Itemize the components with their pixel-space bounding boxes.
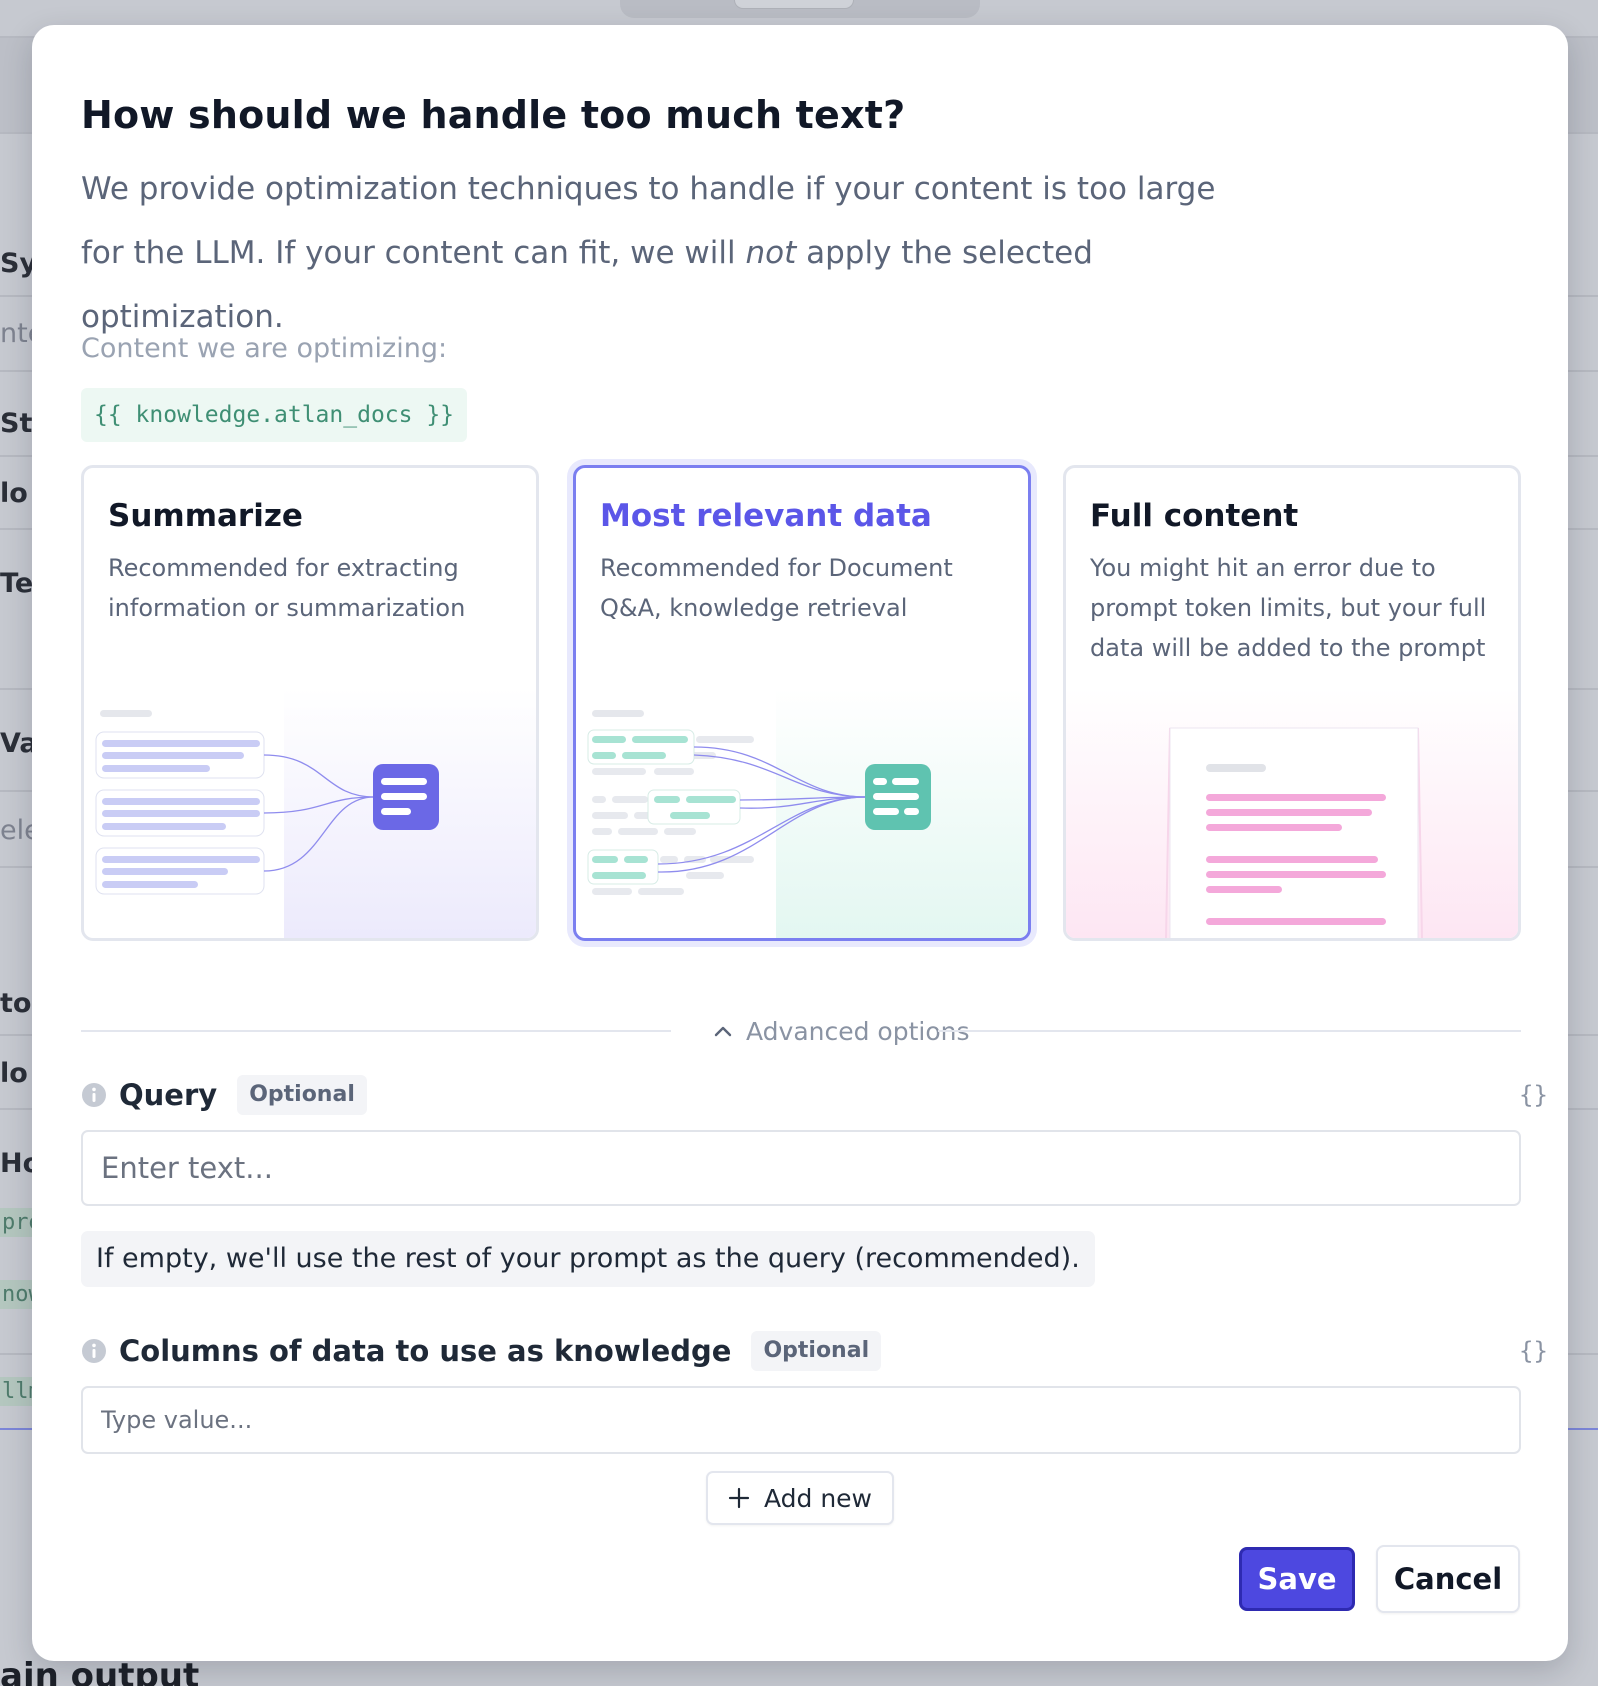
optional-badge: Optional (751, 1331, 882, 1371)
option-title: Most relevant data (600, 498, 932, 534)
advanced-options-toggle[interactable]: Advanced options (714, 1013, 970, 1049)
option-title: Summarize (108, 498, 303, 534)
background-edge-label: Te (0, 568, 34, 599)
query-label: Query (119, 1078, 218, 1112)
columns-input[interactable] (81, 1386, 1521, 1454)
advanced-divider-right (938, 1030, 1521, 1032)
chevron-up-icon (714, 1026, 732, 1037)
add-new-button[interactable]: Add new (706, 1471, 894, 1525)
option-card-full-content[interactable]: Full content You might hit an error due … (1063, 465, 1521, 941)
content-variable-chip: {{ knowledge.atlan_docs }} (81, 388, 468, 442)
query-label-row: Query Optional (81, 1075, 367, 1115)
background-edge-label: St (0, 408, 33, 439)
background-edge-label: lo (0, 1058, 28, 1089)
save-button[interactable]: Save (1239, 1547, 1355, 1611)
query-hint: If empty, we'll use the rest of your pro… (81, 1231, 1095, 1287)
query-input[interactable] (81, 1130, 1521, 1206)
option-card-summarize[interactable]: Summarize Recommended for extracting inf… (81, 465, 539, 941)
option-description: Recommended for extracting information o… (108, 554, 466, 622)
optional-badge: Optional (237, 1075, 367, 1115)
cancel-button[interactable]: Cancel (1376, 1545, 1520, 1613)
columns-label: Columns of data to use as knowledge (119, 1334, 732, 1368)
most-relevant-illustration (587, 688, 1028, 938)
option-description: You might hit an error due to prompt tok… (1090, 554, 1487, 662)
summarize-illustration (95, 688, 536, 938)
option-title: Full content (1090, 498, 1299, 534)
background-topbar-pill (734, 0, 854, 9)
background-edge-label: to (0, 988, 32, 1019)
variable-braces-button[interactable]: {} (1519, 1337, 1548, 1365)
info-icon[interactable] (81, 1338, 107, 1364)
content-label: Content we are optimizing: (81, 333, 448, 364)
full-content-illustration (1066, 688, 1518, 938)
info-icon[interactable] (81, 1082, 107, 1108)
columns-label-row: Columns of data to use as knowledge Opti… (81, 1331, 882, 1371)
background-edge-label: lo (0, 478, 28, 509)
description-emphasis: not (745, 235, 797, 271)
variable-braces-button[interactable]: {} (1519, 1081, 1548, 1109)
option-description: Recommended for Document Q&A, knowledge … (600, 554, 953, 622)
advanced-divider-left (81, 1030, 671, 1032)
modal-title: How should we handle too much text? (81, 93, 906, 137)
modal-description: We provide optimization techniques to ha… (81, 157, 1261, 349)
advanced-options-label: Advanced options (746, 1016, 970, 1046)
optimization-modal: How should we handle too much text? We p… (32, 25, 1568, 1661)
option-card-most-relevant[interactable]: Most relevant data Recommended for Docum… (573, 465, 1031, 941)
plus-icon (728, 1487, 750, 1509)
add-new-label: Add new (763, 1483, 873, 1513)
